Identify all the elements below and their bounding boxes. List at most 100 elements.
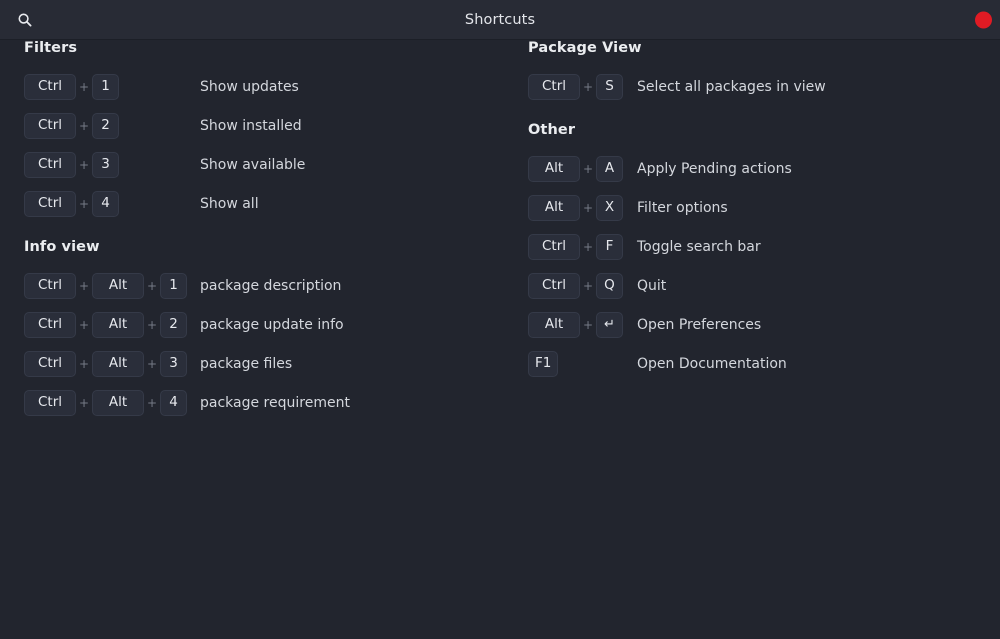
shortcut-row: Ctrl + Alt +4 package requirement	[24, 383, 514, 422]
heading-spacer	[528, 138, 988, 149]
key-cap-alt: Alt	[92, 272, 144, 299]
search-icon[interactable]	[14, 9, 36, 31]
section-heading: Info view	[24, 239, 100, 255]
shortcut-action-label: Show installed	[200, 117, 302, 134]
shortcut-row: Ctrl + S Select all packages in view	[528, 67, 988, 106]
key-combination: Ctrl +1	[24, 73, 119, 100]
key-combination: Ctrl + Alt +1	[24, 272, 187, 299]
shortcut-list: Ctrl + S Select all packages in view	[528, 67, 988, 106]
plus-separator: +	[582, 239, 594, 254]
key-cap-enter: ↵	[596, 311, 623, 338]
plus-separator: +	[78, 317, 90, 332]
key-cap-ctrl: Ctrl	[24, 389, 76, 416]
key-cap-alt: Alt	[528, 155, 580, 182]
shortcut-action-label: Select all packages in view	[637, 78, 826, 95]
key-cap-ctrl: Ctrl	[24, 151, 76, 178]
heading-spacer	[24, 255, 514, 266]
section-other: Other Alt + A Apply Pending actions Alt + X Filt…	[528, 122, 988, 383]
section-heading: Package View	[528, 40, 642, 56]
close-button[interactable]	[975, 11, 992, 28]
shortcut-action-label: Show all	[200, 195, 259, 212]
shortcut-action-label: package description	[200, 277, 342, 294]
shortcut-row: Ctrl + Alt +2 package update info	[24, 305, 514, 344]
key-cap-ctrl: Ctrl	[528, 73, 580, 100]
key-combination: Ctrl +2	[24, 112, 119, 139]
plus-separator: +	[582, 161, 594, 176]
shortcut-action-label: Show updates	[200, 78, 299, 95]
shortcuts-column-left: Filters Ctrl +1 Show updates Ctrl +2 Show inst…	[24, 40, 514, 422]
key-cap-f: F	[596, 233, 623, 260]
key-cap-ctrl: Ctrl	[528, 233, 580, 260]
plus-separator: +	[582, 317, 594, 332]
key-combination: Ctrl + Alt +2	[24, 311, 187, 338]
shortcuts-column-right: Package View Ctrl + S Select all packages in…	[528, 40, 988, 383]
plus-separator: +	[78, 278, 90, 293]
key-combination: Ctrl + Alt +4	[24, 389, 187, 416]
key-cap-1: 1	[92, 73, 119, 100]
key-cap-q: Q	[596, 272, 623, 299]
key-combination: Alt + X	[528, 194, 623, 221]
key-cap-ctrl: Ctrl	[24, 73, 76, 100]
key-cap-3: 3	[160, 350, 187, 377]
key-combination: Ctrl + F	[528, 233, 623, 260]
section-filters: Filters Ctrl +1 Show updates Ctrl +2 Show inst…	[24, 40, 514, 223]
shortcut-row: Alt + A Apply Pending actions	[528, 149, 988, 188]
shortcut-row: Ctrl +2 Show installed	[24, 106, 514, 145]
key-combination: Ctrl +3	[24, 151, 119, 178]
key-cap-2: 2	[92, 112, 119, 139]
plus-separator: +	[146, 356, 158, 371]
shortcut-action-label: Toggle search bar	[637, 238, 761, 255]
key-combination: Ctrl +4	[24, 190, 119, 217]
shortcut-row: Alt + X Filter options	[528, 188, 988, 227]
key-cap-x: X	[596, 194, 623, 221]
key-cap-alt: Alt	[528, 194, 580, 221]
heading-spacer	[528, 56, 988, 67]
key-cap-1: 1	[160, 272, 187, 299]
key-cap-2: 2	[160, 311, 187, 338]
plus-separator: +	[146, 317, 158, 332]
section-package-view: Package View Ctrl + S Select all packages in…	[528, 40, 988, 106]
key-cap-alt: Alt	[92, 311, 144, 338]
shortcut-row: Ctrl +4 Show all	[24, 184, 514, 223]
key-cap-alt: Alt	[528, 311, 580, 338]
shortcut-row: Ctrl + Alt +3 package files	[24, 344, 514, 383]
shortcut-action-label: Open Preferences	[637, 316, 762, 333]
shortcut-row: Ctrl +3 Show available	[24, 145, 514, 184]
key-cap-4: 4	[92, 190, 119, 217]
shortcut-list: Ctrl +1 Show updates Ctrl +2 Show installed Ct…	[24, 67, 514, 223]
shortcut-row: Ctrl + Alt +1 package description	[24, 266, 514, 305]
plus-separator: +	[582, 278, 594, 293]
shortcut-list: Ctrl + Alt +1 package description Ctrl + Alt +2 p…	[24, 266, 514, 422]
plus-separator: +	[78, 79, 90, 94]
window-titlebar: Shortcuts	[0, 0, 1000, 40]
key-combination: Ctrl + Q	[528, 272, 623, 299]
shortcut-row: F1 Open Documentation	[528, 344, 988, 383]
shortcut-row: Ctrl +1 Show updates	[24, 67, 514, 106]
key-cap-ctrl: Ctrl	[528, 272, 580, 299]
shortcut-action-label: package requirement	[200, 394, 350, 411]
heading-spacer	[24, 56, 514, 67]
plus-separator: +	[78, 196, 90, 211]
section-heading: Filters	[24, 40, 78, 56]
page-title: Shortcuts	[464, 11, 536, 28]
key-cap-alt: Alt	[92, 389, 144, 416]
shortcuts-content: Filters Ctrl +1 Show updates Ctrl +2 Show inst…	[0, 40, 1000, 639]
shortcut-action-label: package update info	[200, 316, 344, 333]
shortcut-action-label: package files	[200, 355, 293, 372]
key-combination: Alt + ↵	[528, 311, 623, 338]
plus-separator: +	[582, 200, 594, 215]
key-combination: Ctrl + Alt +3	[24, 350, 187, 377]
shortcut-row: Alt + ↵ Open Preferences	[528, 305, 988, 344]
key-cap-4: 4	[160, 389, 187, 416]
key-cap-a: A	[596, 155, 623, 182]
key-combination: Alt + A	[528, 155, 623, 182]
shortcut-action-label: Filter options	[637, 199, 728, 216]
shortcut-action-label: Quit	[637, 277, 667, 294]
plus-separator: +	[78, 118, 90, 133]
shortcut-row: Ctrl + F Toggle search bar	[528, 227, 988, 266]
plus-separator: +	[582, 79, 594, 94]
shortcut-action-label: Apply Pending actions	[637, 160, 792, 177]
key-cap-f1: F1	[528, 350, 559, 377]
